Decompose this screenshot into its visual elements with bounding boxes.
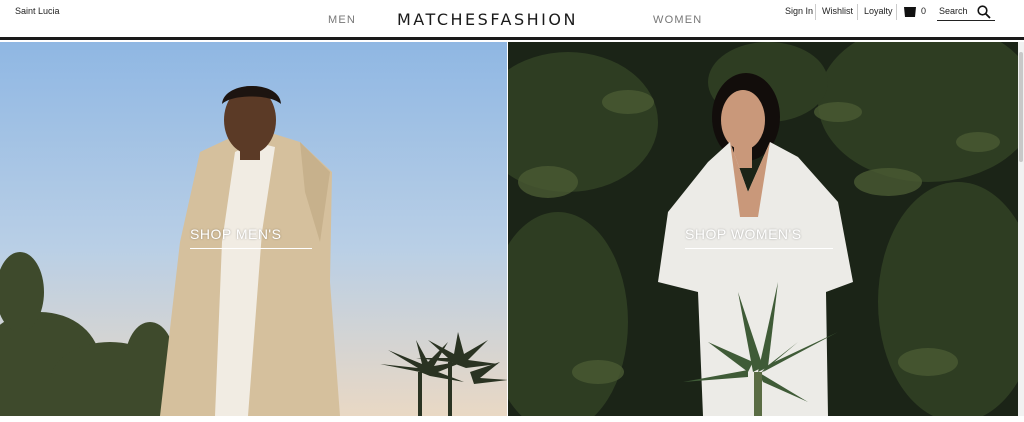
divider — [815, 4, 816, 20]
region-selector[interactable]: Saint Lucia — [15, 6, 60, 16]
divider — [896, 4, 897, 20]
search-icon[interactable] — [977, 5, 991, 19]
scrollbar-thumb[interactable] — [1019, 52, 1023, 162]
hero-women-panel[interactable]: SHOP WOMEN'S — [508, 42, 1020, 416]
shop-womens-link[interactable]: SHOP WOMEN'S — [685, 226, 802, 242]
cta-underline — [685, 248, 833, 249]
divider — [857, 4, 858, 20]
header-rule — [0, 37, 1024, 40]
site-logo[interactable]: MATCHESFASHION — [397, 10, 578, 29]
loyalty-link[interactable]: Loyalty — [864, 6, 893, 16]
shop-mens-link[interactable]: SHOP MEN'S — [190, 226, 281, 242]
nav-women[interactable]: WOMEN — [653, 14, 702, 26]
shopping-bag-icon[interactable] — [903, 4, 917, 17]
bag-count: 0 — [921, 6, 927, 16]
search-placeholder: Search — [939, 6, 968, 16]
site-header: Saint Lucia MEN MATCHESFASHION WOMEN Sig… — [0, 0, 1024, 38]
cta-underline — [190, 248, 312, 249]
wishlist-link[interactable]: Wishlist — [822, 6, 853, 16]
sign-in-link[interactable]: Sign In — [785, 6, 813, 16]
hero-men-panel[interactable]: SHOP MEN'S — [0, 42, 507, 416]
nav-men[interactable]: MEN — [328, 14, 356, 26]
